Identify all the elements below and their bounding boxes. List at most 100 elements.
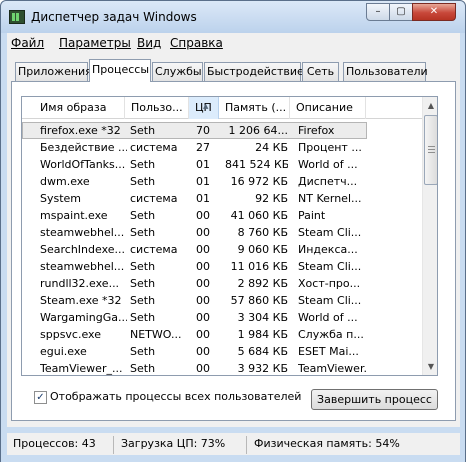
sort-ascending-icon: ▲ bbox=[203, 102, 209, 110]
cell-memory: 9 060 КБ bbox=[237, 243, 288, 256]
table-row[interactable]: mspaint.exe Seth 00 41 060 КБ Paint bbox=[22, 207, 422, 224]
column-header: Имя образа Пользо... ▲ ЦП Память (... Оп… bbox=[22, 97, 422, 119]
cell-memory: 1 206 64... bbox=[228, 124, 288, 137]
scroll-up-icon[interactable]: ▲ bbox=[423, 97, 437, 114]
cell-image-name: TeamViewer_... bbox=[40, 362, 123, 375]
cell-memory: 2 892 КБ bbox=[237, 277, 288, 290]
show-all-users-checkbox[interactable]: ✓ bbox=[34, 391, 47, 404]
process-list[interactable]: Имя образа Пользо... ▲ ЦП Память (... Оп… bbox=[21, 96, 438, 376]
menu-options[interactable]: Параметры bbox=[59, 36, 131, 50]
cell-user: система bbox=[130, 192, 178, 205]
cell-description: Steam Cli... bbox=[298, 260, 362, 273]
table-row[interactable]: WargamingGa... Seth 00 3 304 КБ World of ... bbox=[22, 309, 422, 326]
cell-memory: 8 760 КБ bbox=[237, 226, 288, 239]
cell-image-name: rundll32.exe... bbox=[40, 277, 120, 290]
cell-cpu: 00 bbox=[196, 277, 210, 290]
scroll-down-icon[interactable]: ▼ bbox=[423, 358, 437, 375]
table-row[interactable]: Steam.exe *32 Seth 00 57 860 КБ Steam Cli... bbox=[22, 292, 422, 309]
scroll-thumb[interactable] bbox=[424, 115, 437, 185]
cell-description: Диспетч... bbox=[298, 175, 358, 188]
cell-cpu: 00 bbox=[196, 226, 210, 239]
cell-cpu: 27 bbox=[196, 141, 210, 154]
cell-image-name: egui.exe bbox=[40, 345, 87, 358]
status-bar-panel: Процессов: 43 Загрузка ЦП: 73% Физическа… bbox=[7, 433, 460, 455]
column-image-name[interactable]: Имя образа bbox=[22, 97, 125, 119]
cell-user: Seth bbox=[130, 226, 156, 239]
cell-description: ESET Mai... bbox=[298, 345, 359, 358]
cell-cpu: 00 bbox=[196, 345, 210, 358]
cell-image-name: firefox.exe *32 bbox=[40, 124, 121, 137]
cell-description: World of ... bbox=[298, 311, 358, 324]
cell-cpu: 00 bbox=[196, 311, 210, 324]
vertical-scrollbar[interactable]: ▲ ▼ bbox=[422, 97, 437, 375]
status-processes: Процессов: 43 bbox=[9, 436, 114, 454]
status-cpu: Загрузка ЦП: 73% bbox=[117, 436, 247, 454]
cell-cpu: 00 bbox=[196, 362, 210, 375]
cell-description: World of ... bbox=[298, 158, 358, 171]
title-bar[interactable]: Диспетчер задач Windows – ▢ ✕ bbox=[1, 1, 465, 33]
cell-description: TeamViewer... bbox=[298, 362, 366, 375]
tab-processes[interactable]: Процессы bbox=[89, 59, 151, 82]
column-user[interactable]: Пользо... bbox=[125, 97, 189, 119]
cell-cpu: 00 bbox=[196, 328, 210, 341]
task-manager-icon bbox=[9, 10, 25, 24]
table-row[interactable]: System система 01 92 КБ NT Kernel... bbox=[22, 190, 422, 207]
cell-image-name: Steam.exe *32 bbox=[40, 294, 122, 307]
cell-memory: 41 060 КБ bbox=[230, 209, 288, 222]
cell-description: Процент ... bbox=[298, 141, 362, 154]
cell-description: Служба п... bbox=[298, 328, 364, 341]
column-cpu[interactable]: ▲ ЦП bbox=[189, 97, 219, 119]
column-description[interactable]: Описание bbox=[290, 97, 366, 119]
task-manager-window: Диспетчер задач Windows – ▢ ✕ Файл Парам… bbox=[0, 0, 466, 462]
table-row[interactable]: steamwebhel... Seth 00 8 760 КБ Steam Cli... bbox=[22, 224, 422, 241]
table-row[interactable]: SearchIndexe... система 00 9 060 КБ Индекса.… bbox=[22, 241, 422, 258]
cell-description: NT Kernel... bbox=[298, 192, 362, 205]
status-bar: Процессов: 43 Загрузка ЦП: 73% Физическа… bbox=[1, 431, 465, 462]
table-row[interactable]: sppsvc.exe NETWO... 00 1 984 КБ Служба п... bbox=[22, 326, 422, 343]
table-row[interactable]: rundll32.exe... Seth 00 2 892 КБ Хост-про... bbox=[22, 275, 422, 292]
menu-file[interactable]: Файл bbox=[11, 36, 44, 50]
cell-user: Seth bbox=[130, 277, 156, 290]
menu-view[interactable]: Вид bbox=[137, 36, 161, 50]
table-row[interactable]: dwm.exe Seth 01 16 972 КБ Диспетч... bbox=[22, 173, 422, 190]
tab-applications[interactable]: Приложения bbox=[15, 62, 92, 81]
cell-cpu: 70 bbox=[196, 124, 210, 137]
tab-performance[interactable]: Быстродействие bbox=[204, 62, 304, 81]
cell-description: Индекса... bbox=[298, 243, 358, 256]
cell-image-name: dwm.exe bbox=[40, 175, 90, 188]
cell-memory: 5 684 КБ bbox=[237, 345, 288, 358]
cell-description: Steam Cli... bbox=[298, 226, 362, 239]
menu-bar: Файл Параметры Вид Справка bbox=[7, 33, 460, 53]
table-row[interactable]: WorldOfTanks... Seth 01 841 524 КБ World of … bbox=[22, 156, 422, 173]
cell-memory: 841 524 КБ bbox=[225, 158, 288, 171]
table-row[interactable]: firefox.exe *32 Seth 70 1 206 64... Firefox bbox=[22, 122, 422, 139]
table-row[interactable]: egui.exe Seth 00 5 684 КБ ESET Mai... bbox=[22, 343, 422, 360]
cell-image-name: WorldOfTanks... bbox=[40, 158, 126, 171]
cell-user: Seth bbox=[130, 209, 156, 222]
cell-cpu: 00 bbox=[196, 294, 210, 307]
tab-users[interactable]: Пользователи bbox=[343, 62, 428, 81]
cell-user: Seth bbox=[130, 158, 156, 171]
cell-cpu: 01 bbox=[196, 175, 210, 188]
table-row[interactable]: TeamViewer_... Seth 00 3 932 КБ TeamViewer..… bbox=[22, 360, 422, 375]
cell-cpu: 00 bbox=[196, 243, 210, 256]
table-row[interactable]: Бездействие ... система 27 24 КБ Процент ... bbox=[22, 139, 422, 156]
tab-network[interactable]: Сеть bbox=[302, 62, 339, 81]
window-title: Диспетчер задач Windows bbox=[31, 10, 197, 24]
cell-description: Paint bbox=[298, 209, 326, 222]
cell-memory: 16 972 КБ bbox=[230, 175, 288, 188]
tab-services[interactable]: Службы bbox=[152, 62, 203, 81]
cell-memory: 3 932 КБ bbox=[237, 362, 288, 375]
cell-image-name: steamwebhel... bbox=[40, 260, 125, 273]
end-process-button[interactable]: Завершить процесс bbox=[311, 389, 438, 410]
table-row[interactable]: steamwebhel... Seth 00 11 016 КБ Steam Cli..… bbox=[22, 258, 422, 275]
close-button[interactable]: ✕ bbox=[412, 3, 456, 21]
maximize-button[interactable]: ▢ bbox=[389, 3, 413, 21]
cell-memory: 11 016 КБ bbox=[230, 260, 288, 273]
cell-image-name: steamwebhel... bbox=[40, 226, 125, 239]
cell-user: Seth bbox=[130, 311, 156, 324]
cell-image-name: Бездействие ... bbox=[40, 141, 127, 154]
minimize-button[interactable]: – bbox=[366, 3, 390, 21]
column-memory[interactable]: Память (... bbox=[219, 97, 290, 119]
menu-help[interactable]: Справка bbox=[170, 36, 223, 50]
